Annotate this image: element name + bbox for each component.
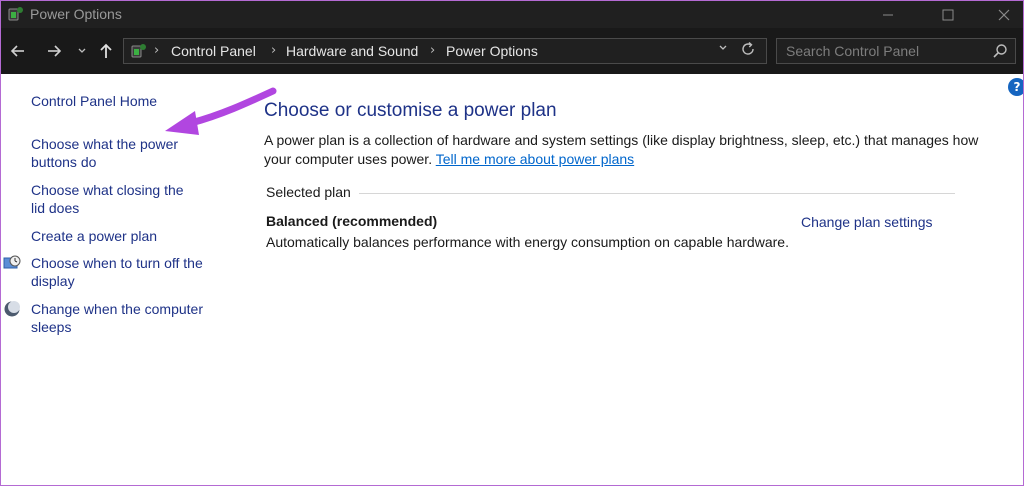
divider [359, 193, 955, 194]
annotation-arrow [165, 87, 277, 135]
search-icon[interactable] [992, 43, 1008, 59]
sidebar-item-computer-sleeps[interactable]: Change when the computer sleeps [31, 300, 216, 336]
chevron-right-icon: › [430, 43, 436, 58]
breadcrumb-power-options[interactable]: Power Options [446, 43, 538, 59]
close-button[interactable] [981, 1, 1023, 28]
power-options-icon [8, 7, 23, 21]
breadcrumb-hardware-and-sound[interactable]: Hardware and Sound [286, 43, 418, 59]
page-title: Choose or customise a power plan [264, 100, 557, 121]
minimize-icon [883, 14, 893, 15]
maximize-button[interactable] [925, 1, 971, 28]
window: Power Options › Control Panel › Hardware… [0, 0, 1024, 486]
help-icon: ? [1013, 80, 1021, 94]
minimize-button[interactable] [865, 1, 911, 28]
chevron-down-icon [78, 48, 86, 53]
plan-description: Automatically balances performance with … [266, 234, 789, 250]
display-icon [3, 255, 21, 269]
recent-locations-button[interactable] [71, 40, 93, 62]
forward-button[interactable] [43, 40, 65, 62]
arrow-left-icon [10, 45, 24, 57]
moon-icon [4, 301, 20, 317]
arrow-up-icon [100, 43, 112, 58]
arrow-right-icon [48, 45, 62, 57]
power-plans-help-link[interactable]: Tell me more about power plans [436, 151, 634, 167]
chevron-down-icon [719, 45, 727, 50]
maximize-icon [942, 9, 954, 20]
plan-name: Balanced (recommended) [266, 213, 438, 229]
window-title: Power Options [30, 6, 122, 22]
control-panel-icon [131, 44, 146, 58]
help-button[interactable]: ? [1008, 78, 1023, 96]
chevron-right-icon: › [271, 43, 277, 58]
address-dropdown-button[interactable] [718, 42, 728, 57]
search-input[interactable]: Search Control Panel [786, 43, 919, 59]
navigation-bar: › Control Panel › Hardware and Sound › P… [1, 28, 1023, 74]
change-plan-settings-link[interactable]: Change plan settings [801, 214, 933, 230]
refresh-button[interactable] [740, 41, 756, 61]
title-bar: Power Options [1, 1, 1023, 28]
search-box[interactable]: Search Control Panel [776, 38, 1016, 64]
close-icon [998, 9, 1010, 20]
back-button[interactable] [7, 40, 29, 62]
sidebar-item-closing-lid[interactable]: Choose what closing the lid does [31, 181, 201, 217]
selected-plan-label: Selected plan [266, 184, 351, 200]
sidebar-item-create-plan[interactable]: Create a power plan [31, 227, 221, 245]
up-button[interactable] [95, 40, 117, 62]
chevron-right-icon: › [154, 43, 160, 58]
refresh-icon [742, 41, 754, 55]
address-bar[interactable]: › Control Panel › Hardware and Sound › P… [123, 38, 767, 64]
breadcrumb-control-panel[interactable]: Control Panel [171, 43, 256, 59]
description: A power plan is a collection of hardware… [264, 131, 984, 169]
sidebar-item-turn-off-display[interactable]: Choose when to turn off the display [31, 254, 216, 290]
